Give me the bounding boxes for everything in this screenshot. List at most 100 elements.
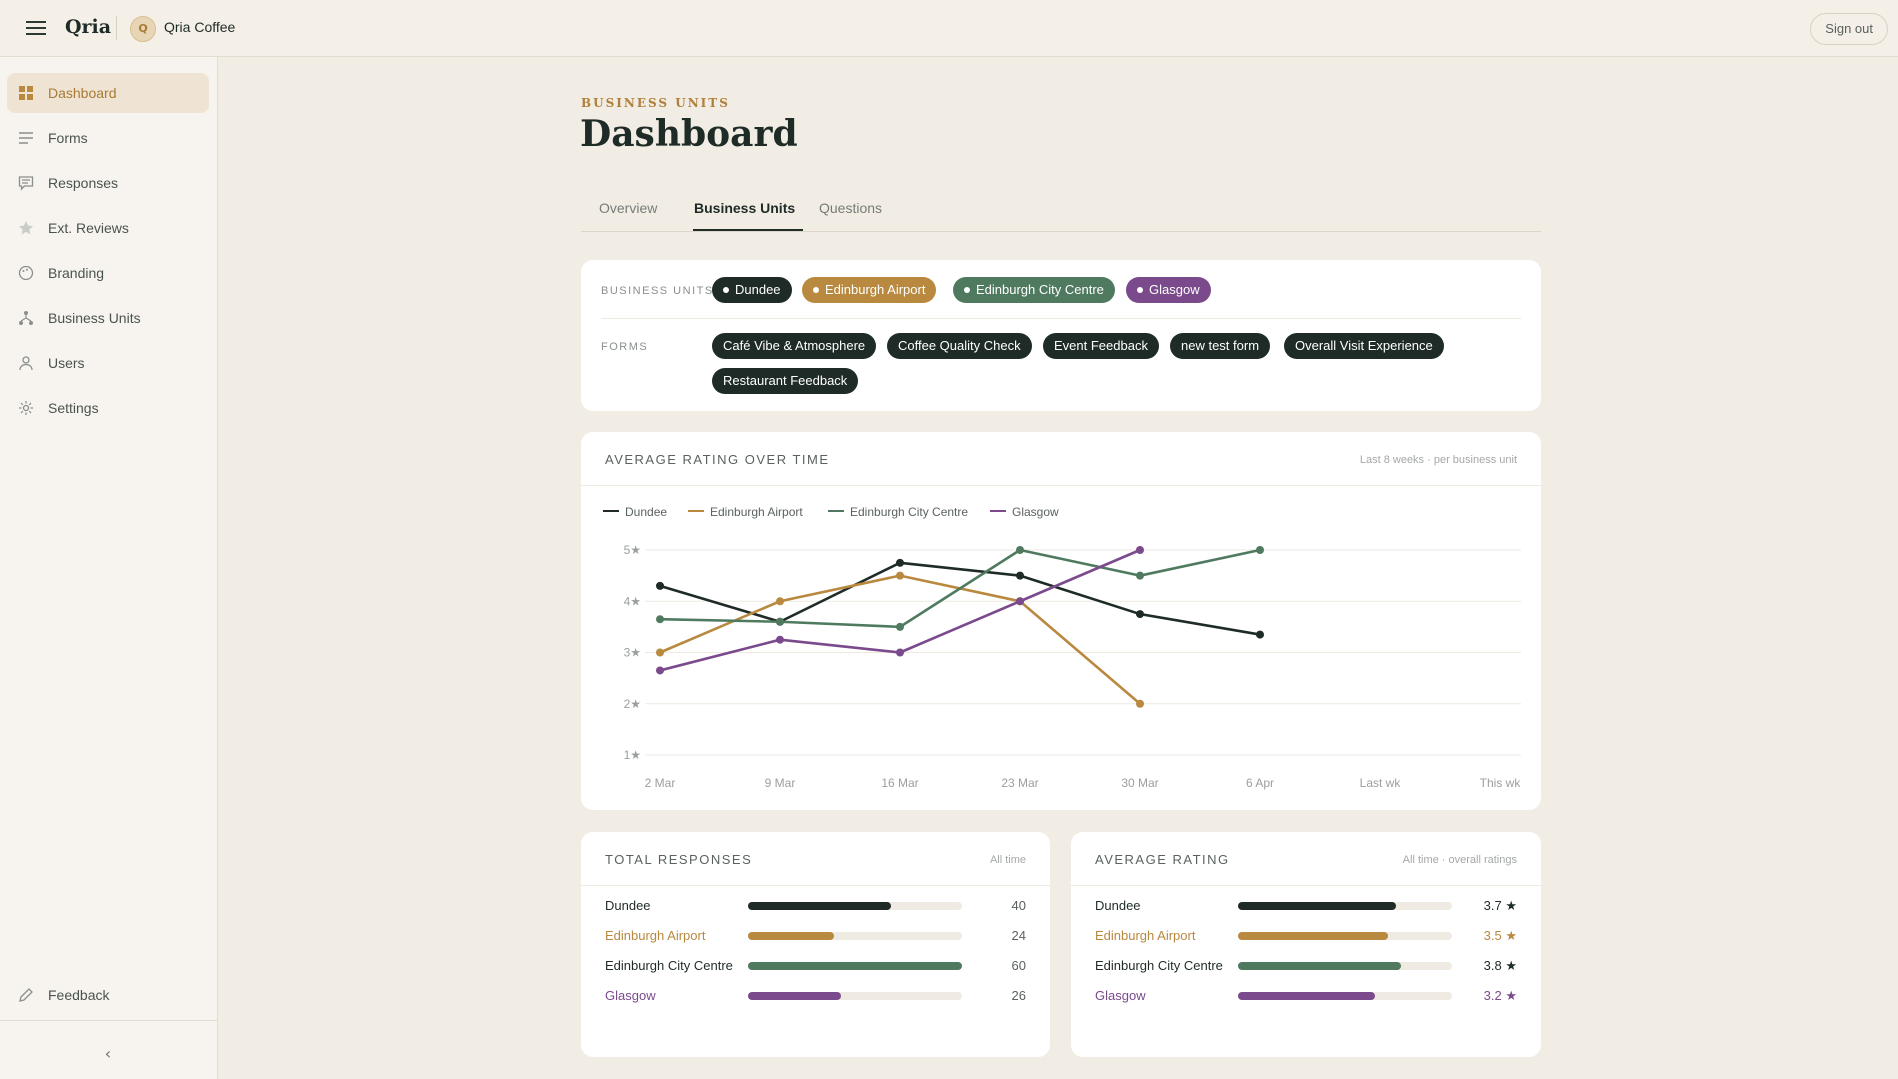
data-point[interactable]	[1136, 571, 1144, 580]
card-subtitle: All time	[989, 854, 1026, 866]
chart-subtitle: Last 8 weeks · per business unit	[1359, 454, 1517, 466]
rating-row: Dundee 3.7 ★	[1095, 895, 1517, 915]
bar-track	[748, 902, 962, 910]
data-point[interactable]	[1136, 699, 1144, 708]
data-point[interactable]	[896, 571, 904, 580]
data-point[interactable]	[776, 617, 784, 626]
form-chip[interactable]: Café Vibe & Atmosphere	[712, 333, 877, 359]
average-rating-chart-card: AVERAGE RATING OVER TIME Last 8 weeks · …	[581, 432, 1541, 810]
form-chip[interactable]: Event Feedback	[1043, 333, 1159, 359]
gear-icon	[19, 401, 33, 415]
bar-fill	[748, 932, 834, 940]
data-point[interactable]	[1136, 546, 1144, 554]
bar-track	[748, 992, 962, 1000]
lines-icon	[19, 132, 33, 144]
data-point[interactable]	[656, 648, 664, 657]
data-point[interactable]	[1016, 546, 1024, 554]
data-point[interactable]	[656, 666, 664, 675]
collapse-sidebar-icon[interactable]: ‹	[98, 1044, 118, 1064]
bar-label: Glasgow	[605, 988, 656, 1003]
sign-out-button[interactable]: Sign out	[1810, 13, 1888, 45]
sidebar-item-business-units[interactable]: Business Units	[7, 298, 209, 338]
legend-swatch	[990, 510, 1006, 512]
pencil-icon	[19, 988, 33, 1002]
bar-fill	[748, 962, 962, 970]
bar-value: 3.5 ★	[1483, 928, 1517, 943]
bar-label: Edinburgh City Centre	[1095, 958, 1223, 973]
divider	[116, 16, 117, 40]
data-point[interactable]	[1016, 571, 1024, 580]
data-point[interactable]	[776, 597, 784, 606]
org-name[interactable]: Qria Coffee	[164, 19, 235, 35]
data-point[interactable]	[1256, 546, 1264, 554]
chip-dot	[964, 287, 970, 293]
unit-chip-glasgow[interactable]: Glasgow	[1126, 277, 1211, 303]
sidebar-item-label: Responses	[48, 175, 119, 191]
hamburger-menu-icon[interactable]	[24, 17, 48, 39]
bar-fill	[1238, 902, 1397, 910]
chat-icon	[18, 176, 34, 191]
data-point[interactable]	[896, 648, 904, 657]
data-point[interactable]	[656, 615, 664, 624]
data-point[interactable]	[776, 635, 784, 644]
legend-item-edinburgh-city-centre: Edinburgh City Centre	[828, 505, 968, 519]
sidebar-item-responses[interactable]: Responses	[7, 163, 209, 203]
bar-fill	[1238, 932, 1388, 940]
rating-row: Edinburgh City Centre 3.8 ★	[1095, 955, 1517, 975]
data-point[interactable]	[896, 622, 904, 631]
form-chip[interactable]: Coffee Quality Check	[887, 333, 1032, 359]
bar-label: Dundee	[605, 898, 651, 913]
unit-chip-edinburgh-airport[interactable]: Edinburgh Airport	[802, 277, 937, 303]
total-responses-card: TOTAL RESPONSES All time Dundee 40 Edinbur…	[581, 832, 1050, 1057]
sidebar-item-forms[interactable]: Forms	[7, 118, 209, 158]
hierarchy-icon	[19, 311, 33, 325]
y-tick-label: 4★	[624, 594, 641, 608]
sidebar-item-settings[interactable]: Settings	[7, 388, 209, 428]
legend-swatch	[688, 510, 704, 512]
sidebar-item-label: Dashboard	[48, 85, 117, 101]
series-line-1	[659, 574, 1141, 705]
form-chip[interactable]: Overall Visit Experience	[1284, 333, 1444, 359]
top-bar: Qria Q Qria Coffee Sign out	[0, 0, 1898, 57]
active-tab-indicator	[693, 229, 803, 231]
divider	[581, 885, 1050, 886]
card-subtitle: All time · overall ratings	[1402, 854, 1517, 866]
x-tick-label: 6 Apr	[1246, 776, 1274, 790]
bar-track	[1238, 932, 1452, 940]
data-point[interactable]	[1136, 610, 1144, 619]
data-point[interactable]	[1016, 597, 1024, 606]
bar-label: Edinburgh Airport	[1095, 928, 1196, 943]
sidebar-item-ext-reviews[interactable]: Ext. Reviews	[7, 208, 209, 248]
legend-label: Edinburgh City Centre	[850, 505, 969, 519]
feedback-button[interactable]: Feedback	[7, 975, 209, 1015]
sidebar-item-label: Branding	[48, 265, 105, 281]
bar-label: Glasgow	[1095, 988, 1146, 1003]
app-logo[interactable]: Qria	[65, 16, 111, 38]
sidebar-item-dashboard[interactable]: Dashboard	[7, 73, 209, 113]
star-icon	[18, 221, 34, 235]
tab-business-units[interactable]: Business Units	[694, 200, 795, 216]
responses-row: Edinburgh City Centre 60	[605, 955, 1026, 975]
bar-value: 3.2 ★	[1483, 988, 1517, 1003]
org-avatar[interactable]: Q	[130, 16, 156, 42]
data-point[interactable]	[1256, 630, 1264, 639]
chip-dot	[1137, 287, 1143, 293]
sidebar-item-users[interactable]: Users	[7, 343, 209, 383]
divider	[601, 318, 1521, 319]
bar-value: 3.8 ★	[1483, 958, 1517, 973]
card-title: AVERAGE RATING	[1095, 852, 1230, 867]
unit-chip-edinburgh-city-centre[interactable]: Edinburgh City Centre	[953, 277, 1115, 303]
divider	[581, 485, 1541, 486]
data-point[interactable]	[656, 581, 664, 590]
data-point[interactable]	[896, 558, 904, 567]
responses-row: Edinburgh Airport 24	[605, 925, 1026, 945]
unit-chip-dundee[interactable]: Dundee	[712, 277, 792, 303]
sidebar-item-branding[interactable]: Branding	[7, 253, 209, 293]
legend-swatch	[603, 510, 619, 512]
responses-row: Dundee 40	[605, 895, 1026, 915]
chip-label: Edinburgh Airport	[825, 282, 926, 297]
form-chip[interactable]: new test form	[1170, 333, 1271, 359]
form-chip[interactable]: Restaurant Feedback	[712, 368, 859, 394]
tab-overview[interactable]: Overview	[599, 200, 657, 216]
tab-questions[interactable]: Questions	[819, 200, 882, 216]
